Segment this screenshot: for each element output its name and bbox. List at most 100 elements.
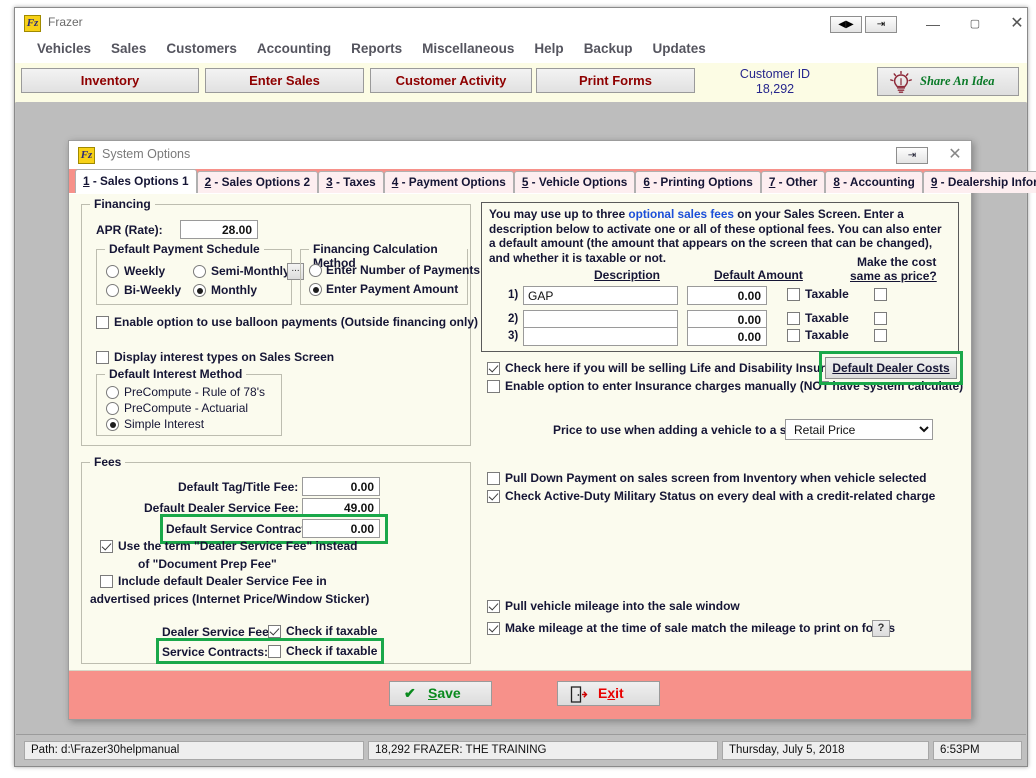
payment-schedule-title: Default Payment Schedule bbox=[105, 242, 264, 256]
maximize-icon[interactable]: ▢ bbox=[955, 12, 995, 36]
mileage-help-icon[interactable]: ? bbox=[872, 620, 890, 637]
tab-label-4: - Payment Options bbox=[398, 175, 506, 189]
checkmark-icon: ✔ bbox=[404, 685, 416, 701]
frazer-logo-icon: Fz bbox=[78, 147, 95, 164]
pull-down-payment-checkbox[interactable] bbox=[487, 472, 500, 485]
menu-item-backup[interactable]: Backup bbox=[574, 39, 643, 56]
manual-insurance-charges-checkbox[interactable] bbox=[487, 380, 500, 393]
tab-accounting[interactable]: 8 - Accounting bbox=[825, 171, 923, 193]
use-dealer-service-fee-term-checkbox[interactable] bbox=[100, 540, 113, 553]
menu-item-customers[interactable]: Customers bbox=[156, 39, 247, 56]
tab-label-5: - Vehicle Options bbox=[528, 175, 628, 189]
menu-item-reports[interactable]: Reports bbox=[341, 39, 412, 56]
optional-sales-fees-box: You may use up to three optional sales f… bbox=[481, 202, 959, 352]
tab-sales-options-1[interactable]: 1 - Sales Options 1 bbox=[75, 169, 197, 193]
column-header-description: Description bbox=[594, 268, 661, 282]
radio-semi-monthly[interactable] bbox=[193, 265, 206, 278]
enter-sales-button[interactable]: Enter Sales bbox=[205, 68, 364, 93]
minimize-icon[interactable]: — bbox=[913, 12, 953, 36]
radio-bi-weekly[interactable] bbox=[106, 284, 119, 297]
optional-fee-taxable-checkbox-2[interactable] bbox=[787, 312, 800, 325]
optional-fee-same-as-price-checkbox-2[interactable] bbox=[874, 312, 887, 325]
tab-taxes[interactable]: 3 - Taxes bbox=[318, 171, 384, 193]
default-dealer-costs-button[interactable]: Default Dealer Costs bbox=[825, 357, 957, 379]
customer-activity-button[interactable]: Customer Activity bbox=[370, 68, 532, 93]
radio-monthly[interactable] bbox=[193, 284, 206, 297]
optional-fee-amount-1[interactable] bbox=[687, 286, 767, 305]
share-an-idea-button[interactable]: Share An Idea bbox=[877, 67, 1019, 96]
military-status-checkbox[interactable] bbox=[487, 490, 500, 503]
tab-sales-options-2[interactable]: 2 - Sales Options 2 bbox=[196, 171, 319, 193]
radio-enter-number-of-payments[interactable] bbox=[309, 264, 322, 277]
menu-item-updates[interactable]: Updates bbox=[642, 39, 715, 56]
apr-input[interactable] bbox=[180, 220, 258, 239]
default-tag-title-fee-label: Default Tag/Title Fee: bbox=[178, 480, 299, 494]
tab-printing-options[interactable]: 6 - Printing Options bbox=[635, 171, 761, 193]
exit-rest: it bbox=[615, 685, 624, 701]
radio-bi-weekly-label: Bi-Weekly bbox=[124, 283, 182, 297]
save-accel: S bbox=[428, 685, 438, 701]
dialog-close-icon[interactable]: ✕ bbox=[937, 143, 973, 167]
dealer-service-fee-taxable-text: Check if taxable bbox=[286, 624, 378, 638]
radio-enter-payment-amount[interactable] bbox=[309, 283, 322, 296]
save-button[interactable]: ✔ Save bbox=[389, 681, 492, 706]
menu-item-sales[interactable]: Sales bbox=[101, 39, 156, 56]
tab-payment-options[interactable]: 4 - Payment Options bbox=[383, 171, 514, 193]
close-icon[interactable]: ✕ bbox=[997, 12, 1036, 36]
default-interest-method-group: Default Interest Method PreCompute - Rul… bbox=[96, 367, 282, 436]
print-forms-button[interactable]: Print Forms bbox=[536, 68, 695, 93]
optional-fee-description-3[interactable] bbox=[523, 327, 678, 346]
menu-item-accounting[interactable]: Accounting bbox=[247, 39, 341, 56]
tab-other[interactable]: 7 - Other bbox=[760, 171, 826, 193]
radio-precompute-actuarial[interactable] bbox=[106, 402, 119, 415]
default-dealer-service-fee-input[interactable] bbox=[302, 498, 380, 517]
menu-item-vehicles[interactable]: Vehicles bbox=[27, 39, 101, 56]
exit-door-icon bbox=[570, 686, 588, 706]
balloon-payments-checkbox[interactable] bbox=[96, 316, 109, 329]
interest-method-title: Default Interest Method bbox=[105, 367, 247, 381]
dealer-service-fee-taxable-checkbox[interactable] bbox=[268, 625, 281, 638]
radio-simple-interest[interactable] bbox=[106, 418, 119, 431]
default-payment-schedule-group: Default Payment Schedule Weekly Semi-Mon… bbox=[96, 242, 304, 305]
optional-fee-description-1[interactable] bbox=[523, 286, 678, 305]
radio-enter-number-of-payments-label: Enter Number of Payments bbox=[326, 263, 481, 277]
status-bar: Path: d:\Frazer30helpmanual 18,292 FRAZE… bbox=[16, 734, 1026, 765]
title-bar: Fz Frazer ◀▶ ⇥ — ▢ ✕ bbox=[15, 8, 1027, 39]
optional-fee-taxable-checkbox-1[interactable] bbox=[787, 288, 800, 301]
menu-item-help[interactable]: Help bbox=[524, 39, 573, 56]
radio-precompute-rule-78[interactable] bbox=[106, 386, 119, 399]
radio-precompute-rule-78-label: PreCompute - Rule of 78's bbox=[124, 385, 266, 399]
dealer-service-fee-taxable-label: Dealer Service Fee: bbox=[162, 625, 273, 639]
pull-vehicle-mileage-checkbox[interactable] bbox=[487, 600, 500, 613]
fees-group-title: Fees bbox=[90, 455, 126, 469]
radio-monthly-label: Monthly bbox=[211, 283, 257, 297]
status-company: 18,292 FRAZER: THE TRAINING bbox=[368, 741, 718, 760]
status-path: Path: d:\Frazer30helpmanual bbox=[24, 741, 364, 760]
default-tag-title-fee-input[interactable] bbox=[302, 477, 380, 496]
display-interest-types-checkbox[interactable] bbox=[96, 351, 109, 364]
dialog-popout-icon[interactable]: ⇥ bbox=[896, 147, 928, 164]
match-mileage-checkbox[interactable] bbox=[487, 622, 500, 635]
optional-fee-taxable-label-3: Taxable bbox=[805, 328, 849, 342]
optional-fee-amount-3[interactable] bbox=[687, 327, 767, 346]
tab-vehicle-options[interactable]: 5 - Vehicle Options bbox=[513, 171, 636, 193]
resize-width-icon[interactable]: ◀▶ bbox=[830, 16, 862, 33]
price-to-use-select[interactable]: Retail Price bbox=[785, 419, 933, 440]
default-service-contract-input[interactable] bbox=[302, 519, 380, 538]
financing-group: Financing APR (Rate): Default Payment Sc… bbox=[81, 197, 480, 446]
tab-dealership-information[interactable]: 9 - Dealership Information bbox=[922, 171, 1036, 193]
radio-weekly[interactable] bbox=[106, 265, 119, 278]
use-dealer-service-fee-term-label-line2: of "Document Prep Fee" bbox=[138, 557, 277, 571]
life-disability-insurance-checkbox[interactable] bbox=[487, 362, 500, 375]
optional-fee-taxable-checkbox-3[interactable] bbox=[787, 329, 800, 342]
optional-fee-same-as-price-checkbox-1[interactable] bbox=[874, 288, 887, 301]
optional-sales-fees-link[interactable]: optional sales fees bbox=[628, 207, 734, 221]
exit-button-label: Exit bbox=[598, 685, 624, 701]
inventory-button[interactable]: Inventory bbox=[21, 68, 199, 93]
service-contracts-taxable-checkbox[interactable] bbox=[268, 645, 281, 658]
include-default-fee-checkbox[interactable] bbox=[100, 575, 113, 588]
menu-item-miscellaneous[interactable]: Miscellaneous bbox=[412, 39, 524, 56]
exit-button[interactable]: Exit bbox=[557, 681, 660, 706]
popout-icon[interactable]: ⇥ bbox=[865, 16, 897, 33]
optional-fee-same-as-price-checkbox-3[interactable] bbox=[874, 329, 887, 342]
